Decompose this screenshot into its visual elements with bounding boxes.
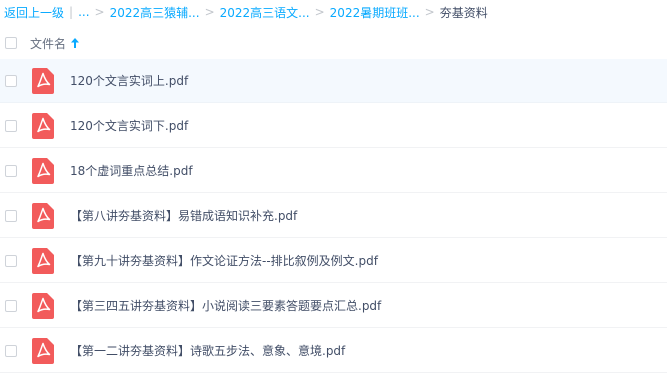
file-row[interactable]: 【第三四五讲夯基资料】小说阅读三要素答题要点汇总.pdf [0,284,667,328]
file-list: 120个文言实词上.pdf 120个文言实词下.pdf 18个虚词重点总结.pd… [0,59,667,374]
pdf-icon [32,202,54,229]
file-name[interactable]: 【第三四五讲夯基资料】小说阅读三要素答题要点汇总.pdf [70,297,381,314]
pdf-icon [32,112,54,139]
file-checkbox[interactable] [5,299,17,312]
file-name[interactable]: 120个文言实词下.pdf [70,117,188,134]
breadcrumb-item[interactable]: 2022高三猿辅... [110,4,200,21]
file-checkbox[interactable] [5,119,17,132]
pdf-icon [32,247,54,274]
file-name[interactable]: 【第八讲夯基资料】易错成语知识补充.pdf [70,207,297,224]
file-row[interactable]: 【第九十讲夯基资料】作文论证方法--排比叙例及例文.pdf [0,239,667,283]
column-filename-header[interactable]: 文件名 [30,35,66,52]
file-name[interactable]: 【第九十讲夯基资料】作文论证方法--排比叙例及例文.pdf [70,252,378,269]
breadcrumb-ellipsis[interactable]: ... [78,5,89,19]
file-checkbox[interactable] [5,344,17,357]
file-row[interactable]: 120个文言实词下.pdf [0,104,667,148]
breadcrumb-current: 夯基资料 [439,5,488,20]
breadcrumb-separator: > [204,5,215,19]
file-row[interactable]: 【第一二讲夯基资料】诗歌五步法、意象、意境.pdf [0,329,667,373]
breadcrumb-item[interactable]: 2022暑期班班... [330,4,420,21]
back-link[interactable]: 返回上一级 [4,4,64,21]
breadcrumb-item[interactable]: 2022高三语文... [220,4,310,21]
pdf-icon [32,67,54,94]
file-checkbox[interactable] [5,254,17,267]
breadcrumb-divider: | [69,5,74,19]
file-name[interactable]: 【第一二讲夯基资料】诗歌五步法、意象、意境.pdf [70,342,345,359]
pdf-icon [32,337,54,364]
file-row[interactable]: 18个虚词重点总结.pdf [0,149,667,193]
pdf-icon [32,157,54,184]
breadcrumb-separator: > [314,5,325,19]
file-list-header: 文件名 [0,30,667,56]
file-checkbox[interactable] [5,164,17,177]
breadcrumb: 返回上一级 | ... > 2022高三猿辅... > 2022高三语文... … [4,4,488,20]
file-checkbox[interactable] [5,209,17,222]
breadcrumb-separator: > [94,5,105,19]
file-checkbox[interactable] [5,74,17,87]
file-name[interactable]: 120个文言实词上.pdf [70,72,188,89]
sort-ascending-icon[interactable] [71,38,80,48]
pdf-icon [32,292,54,319]
file-name[interactable]: 18个虚词重点总结.pdf [70,162,193,179]
breadcrumb-separator: > [424,5,435,19]
file-row[interactable]: 120个文言实词上.pdf [0,59,667,103]
file-row[interactable]: 【第八讲夯基资料】易错成语知识补充.pdf [0,194,667,238]
select-all-checkbox[interactable] [5,37,17,49]
